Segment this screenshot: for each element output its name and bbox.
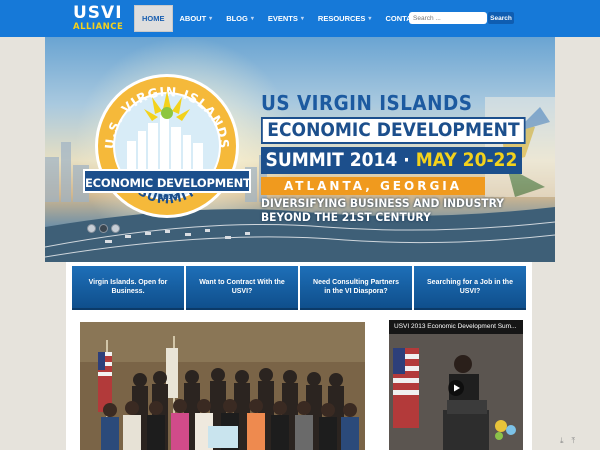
cta-open-for-business[interactable]: Virgin Islands. Open for Business. [72,266,184,310]
search-input[interactable] [409,12,487,24]
hero-banner[interactable]: U.S. VIRGIN ISLANDS SUMMIT ECONOMIC DEVE… [45,37,555,262]
banner-headline-1: US VIRGIN ISLANDS [261,91,473,115]
nav-blog[interactable]: BLOG ▾ [219,5,261,32]
logo-wordmark: USVI [73,3,123,23]
chevron-down-icon: ▾ [250,16,254,22]
cta-label: Need Consulting Partners in the VI Diasp… [313,279,399,295]
main-nav: HOME ABOUT ▾ BLOG ▾ EVENTS ▾ RESOURCES ▾ CON… [134,5,429,32]
site-header: USVI ALLIANCE HOME ABOUT ▾ BLOG ▾ EVENTS ▾ … [0,0,600,37]
nav-home-label: HOME [142,14,165,23]
seal-year: 2014 [158,193,178,201]
banner-headline-2: ECONOMIC DEVELOPMENT [261,117,526,144]
slider-dot[interactable] [111,224,120,233]
nav-about[interactable]: ABOUT ▾ [173,5,220,32]
cta-label: Virgin Islands. Open for Business. [88,279,168,295]
nav-blog-label: BLOG [226,14,248,23]
cta-label: Searching for a Job in the USVI? [427,279,513,295]
site-logo[interactable]: USVI ALLIANCE [73,5,128,33]
nav-events[interactable]: EVENTS ▾ [261,5,311,32]
arrow-up-icon[interactable]: ⤒ [572,436,576,446]
nav-resources[interactable]: RESOURCES ▾ [311,5,379,32]
banner-date: MAY 20-22 [415,149,518,171]
video-player[interactable]: USVI 2013 Economic Development Sum... [389,320,523,450]
banner-tagline-2: BEYOND THE 21ST CENTURY [261,210,431,224]
chevron-down-icon: ▾ [368,16,372,22]
arrow-down-icon[interactable]: ⤓ [560,436,564,446]
nav-home[interactable]: HOME [134,5,173,32]
slider-pagination [87,224,120,233]
cta-consulting-partners[interactable]: Need Consulting Partners in the VI Diasp… [300,266,412,310]
banner-summit-text: SUMMIT 2014 · [265,149,416,171]
play-icon[interactable] [448,380,464,396]
group-photo-image [80,322,365,450]
chevron-down-icon: ▾ [300,16,304,22]
video-title[interactable]: USVI 2013 Economic Development Sum... [394,323,520,330]
cta-job-search[interactable]: Searching for a Job in the USVI? [414,266,526,310]
video-title-bar: USVI 2013 Economic Development Sum... [389,320,523,334]
search-button[interactable]: Search [488,12,514,24]
nav-events-label: EVENTS [267,14,298,23]
cta-label: Want to Contract With the USVI? [199,279,285,295]
banner-tagline-1: DIVERSIFYING BUSINESS AND INDUSTRY [261,196,504,210]
scroll-controls: ⤓ ⤒ [560,436,575,446]
banner-location: ATLANTA, GEORGIA [261,177,485,195]
group-photo[interactable] [80,322,365,450]
seal-band: ECONOMIC DEVELOPMENT [83,169,251,193]
nav-resources-label: RESOURCES [317,14,366,23]
banner-headline-3: SUMMIT 2014 · MAY 20-22 [261,147,522,174]
logo-subtitle: ALLIANCE [73,22,124,32]
cta-contract[interactable]: Want to Contract With the USVI? [186,266,298,310]
nav-about-label: ABOUT [179,14,207,23]
chevron-down-icon: ▾ [209,16,213,22]
slider-dot-active[interactable] [99,224,108,233]
slider-dot[interactable] [87,224,96,233]
